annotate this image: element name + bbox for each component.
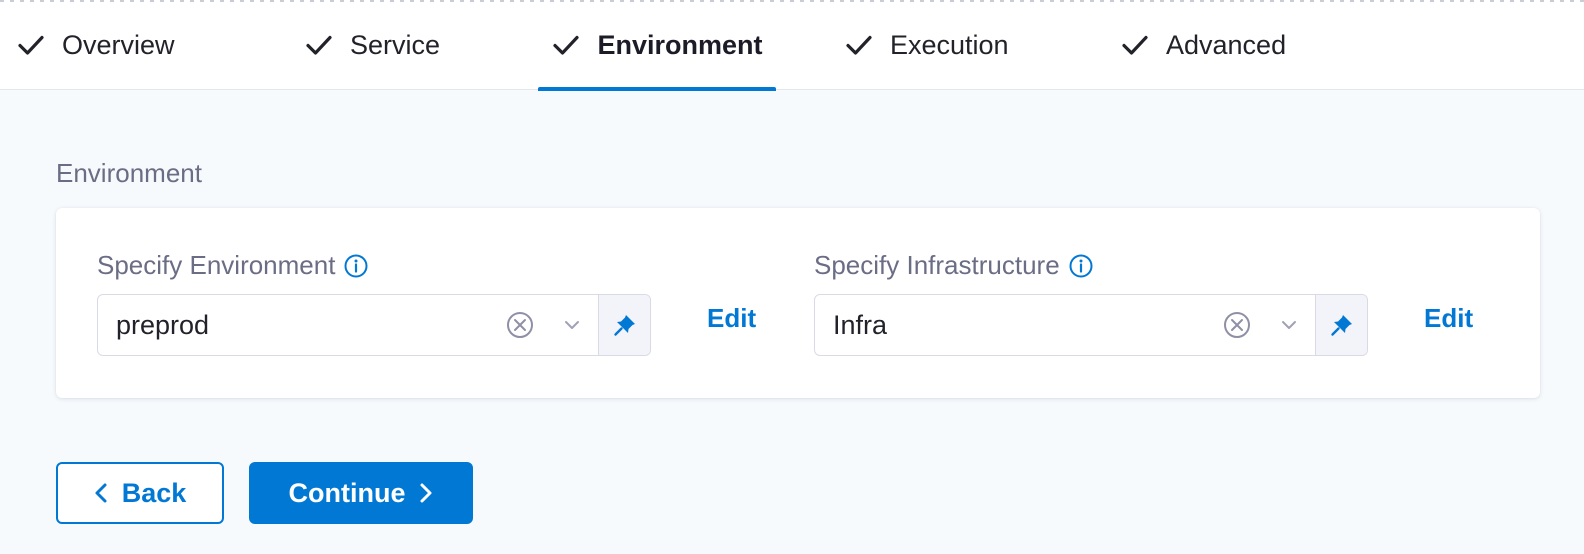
infrastructure-select[interactable]: Infra — [814, 294, 1368, 356]
infrastructure-field-label: Specify Infrastructure — [814, 250, 1094, 281]
tab-advanced[interactable]: Advanced — [1120, 0, 1286, 90]
environment-field-label: Specify Environment — [97, 250, 369, 281]
pin-icon[interactable] — [1315, 295, 1367, 355]
chevron-left-icon — [94, 482, 108, 504]
infrastructure-edit-link[interactable]: Edit — [1424, 303, 1473, 334]
pin-icon[interactable] — [598, 295, 650, 355]
check-icon — [551, 30, 581, 60]
check-icon — [16, 30, 46, 60]
continue-button-label: Continue — [288, 477, 406, 508]
chevron-down-icon[interactable] — [1263, 295, 1315, 355]
environment-select-value: preprod — [116, 309, 210, 340]
tab-label: Service — [350, 29, 441, 60]
info-icon[interactable] — [1068, 253, 1094, 279]
continue-button[interactable]: Continue — [249, 462, 473, 524]
infrastructure-label-text: Specify Infrastructure — [814, 250, 1060, 280]
back-button-label: Back — [121, 477, 187, 508]
chevron-right-icon — [419, 482, 433, 504]
environment-edit-link[interactable]: Edit — [707, 303, 756, 334]
tab-overview[interactable]: Overview — [16, 0, 175, 90]
tab-label: Advanced — [1166, 29, 1287, 60]
tab-label: Environment — [597, 29, 763, 60]
clear-icon[interactable] — [1211, 295, 1263, 355]
check-icon — [1120, 30, 1150, 60]
environment-select[interactable]: preprod — [97, 294, 651, 356]
info-icon[interactable] — [343, 253, 369, 279]
environment-label-text: Specify Environment — [97, 250, 336, 280]
clear-icon[interactable] — [494, 295, 546, 355]
chevron-down-icon[interactable] — [546, 295, 598, 355]
wizard-tab-bar: Overview Service Environment Execution A… — [0, 0, 1584, 91]
tab-service[interactable]: Service — [304, 0, 440, 90]
tab-label: Execution — [890, 29, 1009, 60]
check-icon — [844, 30, 874, 60]
tab-execution[interactable]: Execution — [844, 0, 1009, 90]
infrastructure-select-value: Infra — [833, 309, 888, 340]
active-tab-indicator — [538, 87, 776, 91]
check-icon — [304, 30, 334, 60]
tab-label: Overview — [62, 29, 175, 60]
tab-environment[interactable]: Environment — [538, 0, 776, 91]
section-title: Environment — [56, 158, 202, 188]
back-button[interactable]: Back — [56, 462, 224, 524]
